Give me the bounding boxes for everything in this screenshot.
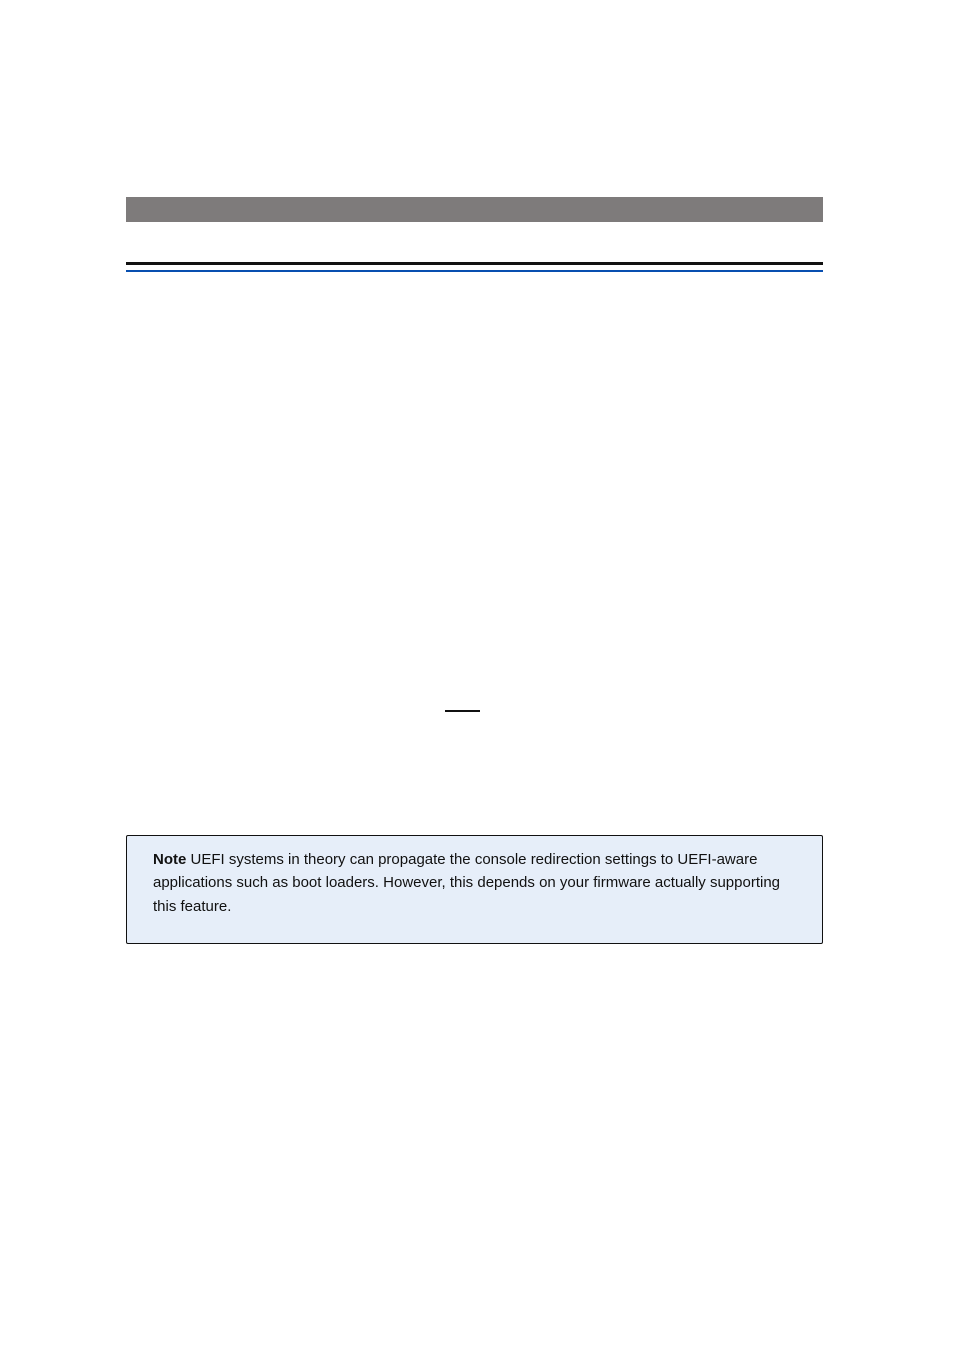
divider-short bbox=[445, 710, 480, 712]
double-rule-upper bbox=[126, 262, 823, 265]
body-paragraph-1: In this section, we will discuss the con… bbox=[126, 316, 823, 352]
section-heading-bar: 10 Advanced Console Redirection Usage bbox=[126, 197, 823, 222]
body-paragraph-3: Depending on your choice of BIOS output … bbox=[126, 576, 823, 648]
note-callout: Note UEFI systems in theory can propagat… bbox=[126, 835, 823, 944]
subsection-number: 10.1 bbox=[126, 236, 157, 253]
note-text: UEFI systems in theory can propagate the… bbox=[153, 851, 780, 915]
subsection-title: BIOS and Loader output bbox=[162, 236, 335, 253]
note-label: Note bbox=[153, 851, 186, 868]
body-paragraph-4: Once the BIOS completes the POST phase, … bbox=[126, 756, 823, 810]
body-paragraph-2: The character set required by a VT100 te… bbox=[126, 436, 823, 508]
subsection-heading: 10.1 BIOS and Loader output bbox=[126, 236, 823, 254]
double-rule-lower bbox=[126, 270, 823, 272]
page: 10 Advanced Console Redirection Usage 10… bbox=[0, 0, 954, 1351]
section-title: Advanced Console Redirection Usage bbox=[126, 197, 396, 215]
